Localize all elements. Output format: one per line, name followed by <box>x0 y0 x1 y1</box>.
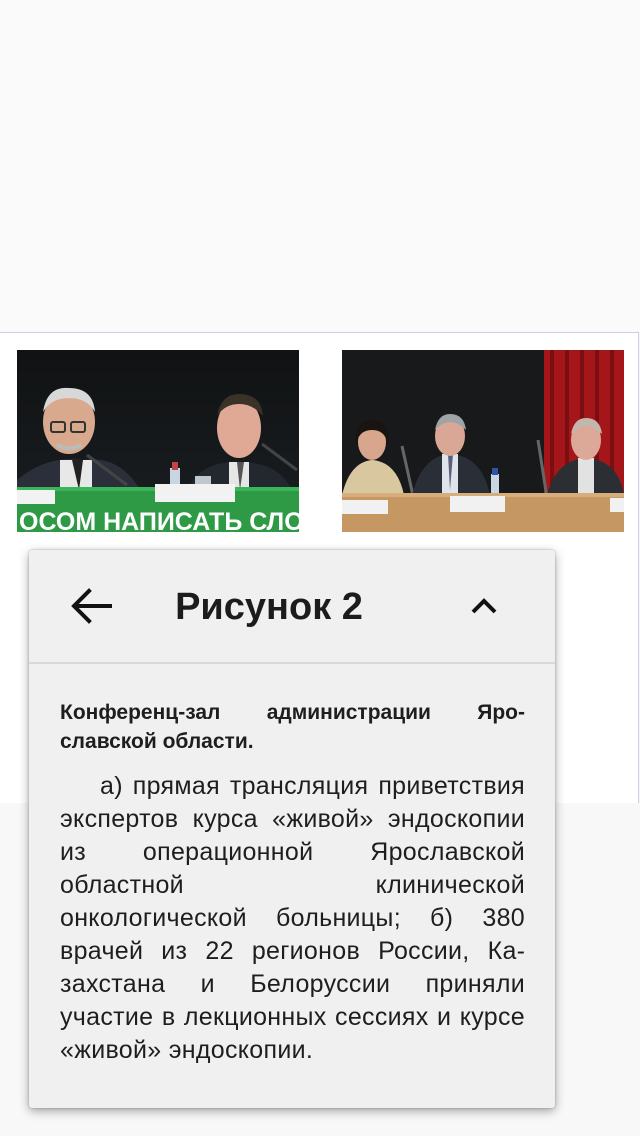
popup-body: Конференц-зал администрации Яро­славской… <box>29 664 555 1067</box>
caption-text: а) прямая трансляция привет­ствия экспер… <box>60 772 525 1064</box>
collapse-button[interactable] <box>454 580 514 632</box>
popup-header: Рисунок 2 <box>29 550 555 664</box>
popup-title: Рисунок 2 <box>175 586 363 628</box>
figure-photo-a: ОСОМ НАПИСАТЬ СЛОВО <box>17 350 299 532</box>
document-blank-area <box>0 0 640 332</box>
figure-photo-b <box>342 350 624 532</box>
figure-caption-popup: Рисунок 2 Конференц-зал администрации Яр… <box>29 550 555 1108</box>
chevron-up-icon <box>471 598 497 614</box>
caption-heading: Конференц-зал администрации Яро­славской… <box>60 701 525 753</box>
arrow-left-icon <box>71 588 112 624</box>
photo-a-banner-text: ОСОМ НАПИСАТЬ СЛОВО <box>19 508 299 532</box>
back-button[interactable] <box>61 580 121 632</box>
